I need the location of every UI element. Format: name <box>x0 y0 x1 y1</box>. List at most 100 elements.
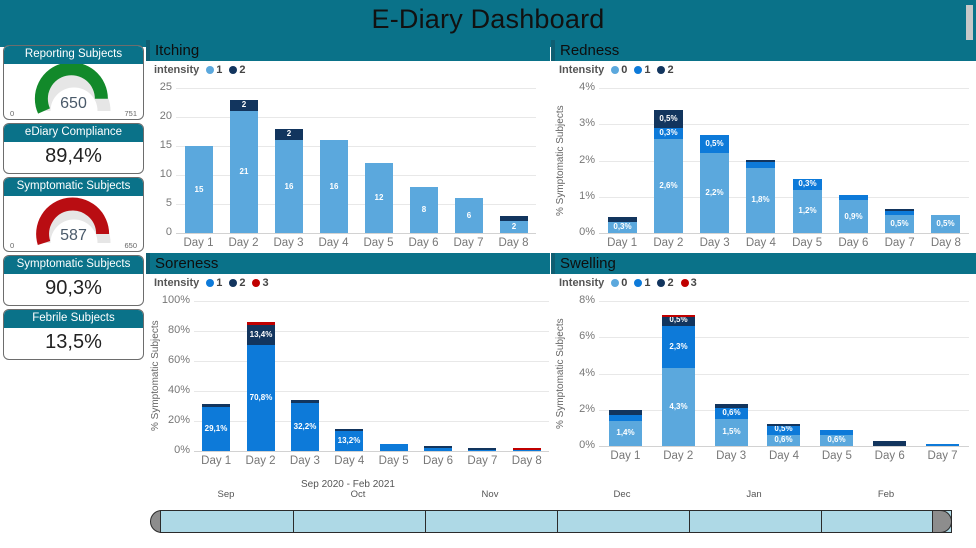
bar-segment[interactable]: 0,3% <box>654 128 683 139</box>
bar-segment[interactable]: 0,5% <box>885 214 914 233</box>
bar-segment[interactable]: 8 <box>410 186 438 233</box>
legend-swatch-icon <box>657 66 666 74</box>
kpi-value: 90,3% <box>45 277 102 299</box>
bar-segment[interactable]: 0,5% <box>767 424 800 436</box>
legend-item[interactable]: 3 <box>680 277 697 289</box>
legend-label: 3 <box>690 277 697 289</box>
bar-segment[interactable]: 1,5% <box>715 418 748 446</box>
bar-value-label: 2 <box>286 129 292 139</box>
bar-segment[interactable]: 1,8% <box>746 167 775 233</box>
legend-item[interactable]: 1 <box>634 64 650 76</box>
bar-segment[interactable] <box>926 443 959 446</box>
legend-item[interactable]: 0 <box>611 277 627 289</box>
legend-item[interactable]: 3 <box>252 277 269 289</box>
bar-segment[interactable] <box>202 403 230 408</box>
bar-segment[interactable]: 13,2% <box>335 431 363 451</box>
kpi-card-symptomatic-subjects-pct[interactable]: Symptomatic Subjects 90,3% <box>3 255 144 306</box>
bar-segment[interactable]: 0,5% <box>931 214 960 233</box>
bar-segment[interactable]: 29,1% <box>202 407 230 451</box>
bar-segment[interactable]: 2 <box>275 128 303 141</box>
bar-segment[interactable]: 12 <box>365 163 393 233</box>
y-axis-tick: 2% <box>579 402 595 415</box>
bar-segment[interactable]: 2 <box>500 221 528 233</box>
bar-value-label: 0,5% <box>936 218 955 228</box>
bar-segment[interactable]: 2,3% <box>662 326 695 369</box>
bar-segment[interactable] <box>513 447 541 450</box>
bar-segment[interactable]: 2,6% <box>654 138 683 233</box>
legend-item[interactable]: 1 <box>206 64 222 76</box>
bar-segment[interactable]: 0,5% <box>700 135 729 154</box>
y-axis-tick: 0% <box>579 439 595 451</box>
legend-item[interactable]: 1 <box>634 277 650 289</box>
bar-segment[interactable] <box>424 446 452 449</box>
bar-segment[interactable] <box>715 404 748 408</box>
bar-segment[interactable] <box>885 211 914 215</box>
bar-segment[interactable] <box>746 160 775 163</box>
bar-segment[interactable]: 0,9% <box>839 200 868 233</box>
bar-segment[interactable] <box>839 194 868 201</box>
bar-segment[interactable] <box>247 322 275 325</box>
kpi-card-febrile-subjects[interactable]: Febrile Subjects 13,5% <box>3 309 144 360</box>
bar-segment[interactable]: 0,6% <box>715 408 748 419</box>
bar-segment[interactable] <box>380 443 408 451</box>
bar-segment[interactable] <box>424 448 452 451</box>
bar-value-label: 2,2% <box>705 188 724 198</box>
legend-swatch-icon <box>229 66 238 74</box>
bar-segment[interactable]: 2,2% <box>700 153 729 233</box>
bar-segment[interactable] <box>885 209 914 212</box>
legend-item[interactable]: 1 <box>206 277 222 289</box>
bar-segment[interactable]: 6 <box>455 198 483 233</box>
bar-segment[interactable]: 0,3% <box>793 179 822 190</box>
legend-label: 0 <box>621 64 628 76</box>
bar-segment[interactable] <box>820 429 853 436</box>
legend-title: Intensity <box>559 64 605 76</box>
bar-segment[interactable]: 16 <box>275 140 303 233</box>
bar-segment[interactable]: 32,2% <box>291 402 319 451</box>
dashboard-root: E-Diary Dashboard Reporting Subjects 650 0… <box>0 0 976 548</box>
bar-segment[interactable] <box>746 162 775 168</box>
slider-track[interactable] <box>160 510 952 533</box>
panel-accent-bar <box>551 253 555 274</box>
x-axis-tick: Day 2 <box>228 237 259 249</box>
bar-segment[interactable]: 13,4% <box>247 324 275 345</box>
bar-segment[interactable] <box>609 409 642 416</box>
gauge: 650 0 751 <box>4 64 143 119</box>
bar-segment[interactable]: 0,6% <box>820 435 853 446</box>
kpi-card-reporting-subjects[interactable]: Reporting Subjects 650 0 751 <box>3 45 144 120</box>
bar-segment[interactable]: 16 <box>320 140 348 233</box>
kpi-card-symptomatic-subjects-gauge[interactable]: Symptomatic Subjects 587 0 650 <box>3 177 144 252</box>
bar-segment[interactable] <box>662 314 695 318</box>
bar-segment[interactable] <box>608 216 637 223</box>
date-range-slider[interactable]: Sep Oct Nov Dec Jan Feb <box>150 489 962 533</box>
bar-segment[interactable]: 0,3% <box>608 222 637 233</box>
legend-item[interactable]: 2 <box>657 277 674 289</box>
bar-segment[interactable] <box>609 415 642 421</box>
bar-segment[interactable]: 70,8% <box>247 344 275 451</box>
legend-swatch-icon <box>657 279 666 287</box>
legend-item[interactable]: 2 <box>657 64 674 76</box>
bar-segment[interactable] <box>335 429 363 432</box>
bar-segment[interactable] <box>500 215 528 222</box>
y-axis-tick: 8% <box>579 294 595 306</box>
bar-segment[interactable]: 21 <box>230 111 258 233</box>
x-axis-tick: Day 8 <box>930 237 961 249</box>
bar-segment[interactable]: 4,3% <box>662 368 695 446</box>
kpi-card-ediary-compliance[interactable]: eDiary Compliance 89,4% <box>3 123 144 174</box>
bar-segment[interactable]: 1,4% <box>609 420 642 446</box>
bar-segment[interactable] <box>767 424 800 427</box>
bar-value-label: 0,5% <box>659 113 678 123</box>
bar-segment[interactable]: 0,5% <box>654 109 683 128</box>
bar-segment[interactable]: 1,2% <box>793 189 822 233</box>
bar-segment[interactable] <box>468 447 496 450</box>
bar-segment[interactable]: 2 <box>230 99 258 112</box>
bar-value-label: 0,5% <box>705 139 724 149</box>
legend-item[interactable]: 2 <box>229 64 245 76</box>
bar-segment[interactable]: 15 <box>185 146 213 233</box>
bar-segment[interactable]: 0,6% <box>767 435 800 446</box>
bar-segment[interactable]: 0,5% <box>662 315 695 327</box>
panel-header-itching <box>146 40 550 61</box>
legend-item[interactable]: 2 <box>229 277 245 289</box>
legend-item[interactable]: 0 <box>611 64 627 76</box>
bar-segment[interactable] <box>873 441 906 446</box>
bar-segment[interactable] <box>291 400 319 403</box>
